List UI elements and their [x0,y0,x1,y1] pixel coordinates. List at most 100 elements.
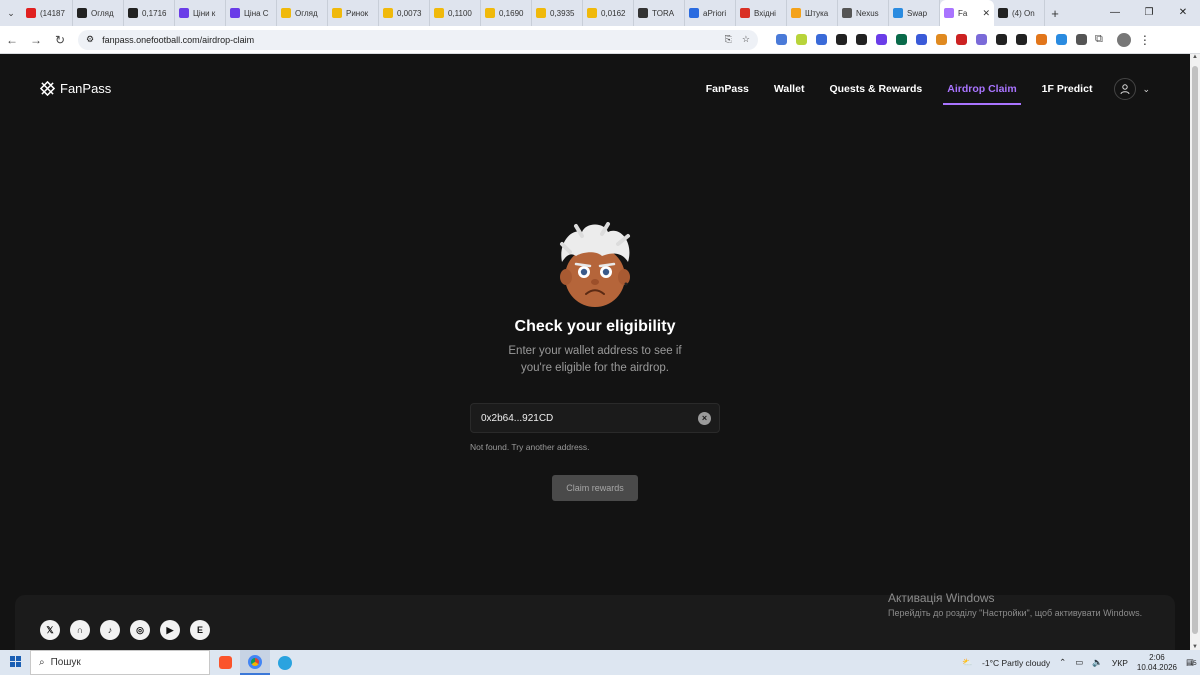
browser-tab[interactable]: Ціна С [226,0,277,26]
address-bar[interactable]: ⚙ fanpass.onefootball.com/airdrop-claim … [78,29,758,50]
browser-tab[interactable]: 0,3935 [532,0,583,26]
reload-icon[interactable]: ↻ [48,33,72,47]
x-icon[interactable]: 𝕏 [40,620,60,640]
page-scrollbar[interactable]: ▲ ▼ [1190,54,1200,650]
tray-chevron-icon[interactable]: ⌃ [1059,657,1066,668]
browser-tab[interactable]: (4) On [994,0,1045,26]
clock[interactable]: 2:06 10.04.2026 [1137,653,1177,673]
language-indicator[interactable]: УКР [1112,658,1128,668]
profile-avatar[interactable] [1116,32,1131,47]
browser-tab[interactable]: Swap [889,0,940,26]
back-icon[interactable]: ← [0,33,24,47]
user-menu[interactable]: ⌄ [1114,78,1150,100]
window-controls: — ❐ ✕ [1098,0,1200,26]
maximize-icon[interactable]: ❐ [1132,0,1166,26]
browser-tab[interactable]: TORA [634,0,685,26]
tumblr-icon[interactable]: E [190,620,210,640]
extension-icon[interactable] [776,34,787,45]
browser-tab[interactable]: 0,1716 [124,0,175,26]
browser-tab[interactable]: Огляд [277,0,328,26]
extension-icon[interactable] [976,34,987,45]
browser-tab[interactable]: 0,0073 [379,0,430,26]
scrollbar-thumb[interactable] [1192,66,1198,634]
tab-label: Ринок [346,8,369,18]
clear-input-icon[interactable]: × [698,411,711,425]
browser-tab[interactable]: Штука [787,0,838,26]
minimize-icon[interactable]: — [1098,0,1132,26]
extension-icon[interactable] [836,34,847,45]
browser-tab[interactable]: Fa ✕ [940,0,994,26]
start-button[interactable] [0,654,30,672]
install-app-icon[interactable]: ⎘ [725,34,732,45]
tab-label: 0,1100 [448,8,472,18]
new-tab-button[interactable]: + [1045,6,1065,21]
extension-icon[interactable] [996,34,1007,45]
extension-icon[interactable] [876,34,887,45]
volume-icon[interactable]: 🔈 [1092,657,1103,668]
tab-label: Вхідні [754,8,776,18]
extension-icon[interactable] [916,34,927,45]
site-info-icon[interactable]: ⚙ [86,34,94,45]
browser-tab[interactable]: Ринок [328,0,379,26]
browser-tab[interactable]: Ціни к [175,0,226,26]
weather-icon: ⛅ [962,657,974,667]
extension-icon[interactable] [796,34,807,45]
browser-tab[interactable]: Вхідні [736,0,787,26]
brave-app-icon[interactable] [210,650,240,675]
extension-icon[interactable] [856,34,867,45]
chrome-app-icon[interactable] [240,650,270,675]
extension-icon[interactable] [1016,34,1027,45]
nav-wallet[interactable]: Wallet [774,76,805,102]
tab-search-icon[interactable]: ⌄ [0,0,22,26]
youtube-icon[interactable]: ▶ [160,620,180,640]
extension-icon[interactable] [956,34,967,45]
tab-favicon-icon [842,8,852,18]
extensions-puzzle-icon[interactable]: ⧉ [1095,33,1103,46]
threads-icon[interactable]: ∩ [70,620,90,640]
telegram-app-icon[interactable] [270,650,300,675]
extension-icon[interactable] [816,34,827,45]
nav-airdrop-claim[interactable]: Airdrop Claim [943,76,1022,105]
main-nav: FanPass Wallet Quests & Rewards Airdrop … [681,76,1150,105]
browser-tab[interactable]: Огляд [73,0,124,26]
close-tab-icon[interactable]: ✕ [982,8,990,19]
scroll-up-icon[interactable]: ▲ [1190,54,1200,60]
watermark-title: Активація Windows [888,591,995,605]
tab-favicon-icon [281,8,291,18]
browser-tab[interactable]: (14187 [22,0,73,26]
browser-menu-icon[interactable]: ⋮ [1139,33,1151,47]
extension-icon[interactable] [1076,34,1087,45]
fanpass-logo[interactable]: FanPass [40,81,111,96]
extension-icon[interactable] [896,34,907,45]
close-window-icon[interactable]: ✕ [1166,0,1200,26]
tab-label: Огляд [295,8,318,18]
tabs-container: (14187 Огляд 0,1716 Ціни к Ціна С Огляд Ринок 0… [22,0,1045,26]
claim-rewards-button[interactable]: Claim rewards [552,475,638,501]
browser-tab[interactable]: aPriori [685,0,736,26]
forward-icon[interactable]: → [24,33,48,47]
tab-favicon-icon [791,8,801,18]
weather-text[interactable]: -1°C Partly cloudy [982,658,1050,668]
wallet-address-input[interactable] [481,412,698,424]
extension-icon[interactable] [936,34,947,45]
nav-fanpass[interactable]: FanPass [706,76,749,102]
tab-favicon-icon [179,8,189,18]
extension-icon[interactable] [1036,34,1047,45]
network-icon[interactable]: ▭ [1075,657,1083,668]
browser-tab[interactable]: 0,0162 [583,0,634,26]
browser-tab[interactable]: 0,1100 [430,0,481,26]
browser-tab-bar: ⌄ (14187 Огляд 0,1716 Ціни к Ціна С Огляд Рино… [0,0,1200,26]
instagram-icon[interactable]: ◎ [130,620,150,640]
taskbar-search[interactable]: ⌕ Пошук [30,650,210,675]
browser-tab[interactable]: Nexus [838,0,889,26]
bookmark-star-icon[interactable]: ☆ [742,34,750,45]
search-icon: ⌕ [39,657,45,668]
tab-favicon-icon [638,8,648,18]
browser-tab[interactable]: 0,1690 [481,0,532,26]
tiktok-icon[interactable]: ♪ [100,620,120,640]
nav-1f-predict[interactable]: 1F Predict [1042,76,1093,102]
nav-quests-rewards[interactable]: Quests & Rewards [829,76,922,102]
extension-icon[interactable] [1056,34,1067,45]
notifications-icon[interactable]: ▤ 15 [1186,657,1197,668]
tab-label: aPriori [703,8,727,18]
